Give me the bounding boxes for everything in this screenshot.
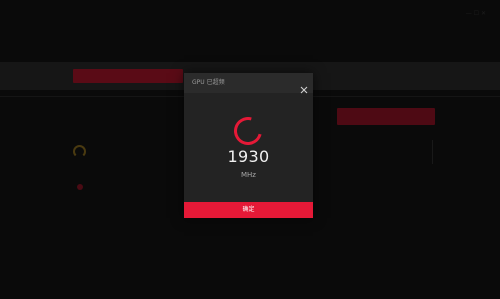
bg-gauge-icon [73, 145, 86, 158]
confirm-button[interactable]: 确定 [184, 202, 313, 218]
bg-vertical-divider [432, 140, 433, 164]
dialog-header: GPU 已超频 [184, 73, 313, 94]
bg-status-dot [77, 184, 83, 190]
close-icon[interactable] [300, 79, 308, 94]
gpu-overclock-dialog: GPU 已超频 1930 MHz 确定 [184, 73, 313, 218]
bg-active-tab [73, 69, 183, 83]
clock-unit: MHz [241, 171, 256, 179]
bg-top-right-controls: — ☐ ✕ [465, 10, 486, 17]
loading-spinner-icon [228, 111, 268, 151]
bg-action-button [337, 108, 435, 125]
dialog-title: GPU 已超频 [192, 79, 225, 86]
clock-value: 1930 [227, 147, 270, 166]
